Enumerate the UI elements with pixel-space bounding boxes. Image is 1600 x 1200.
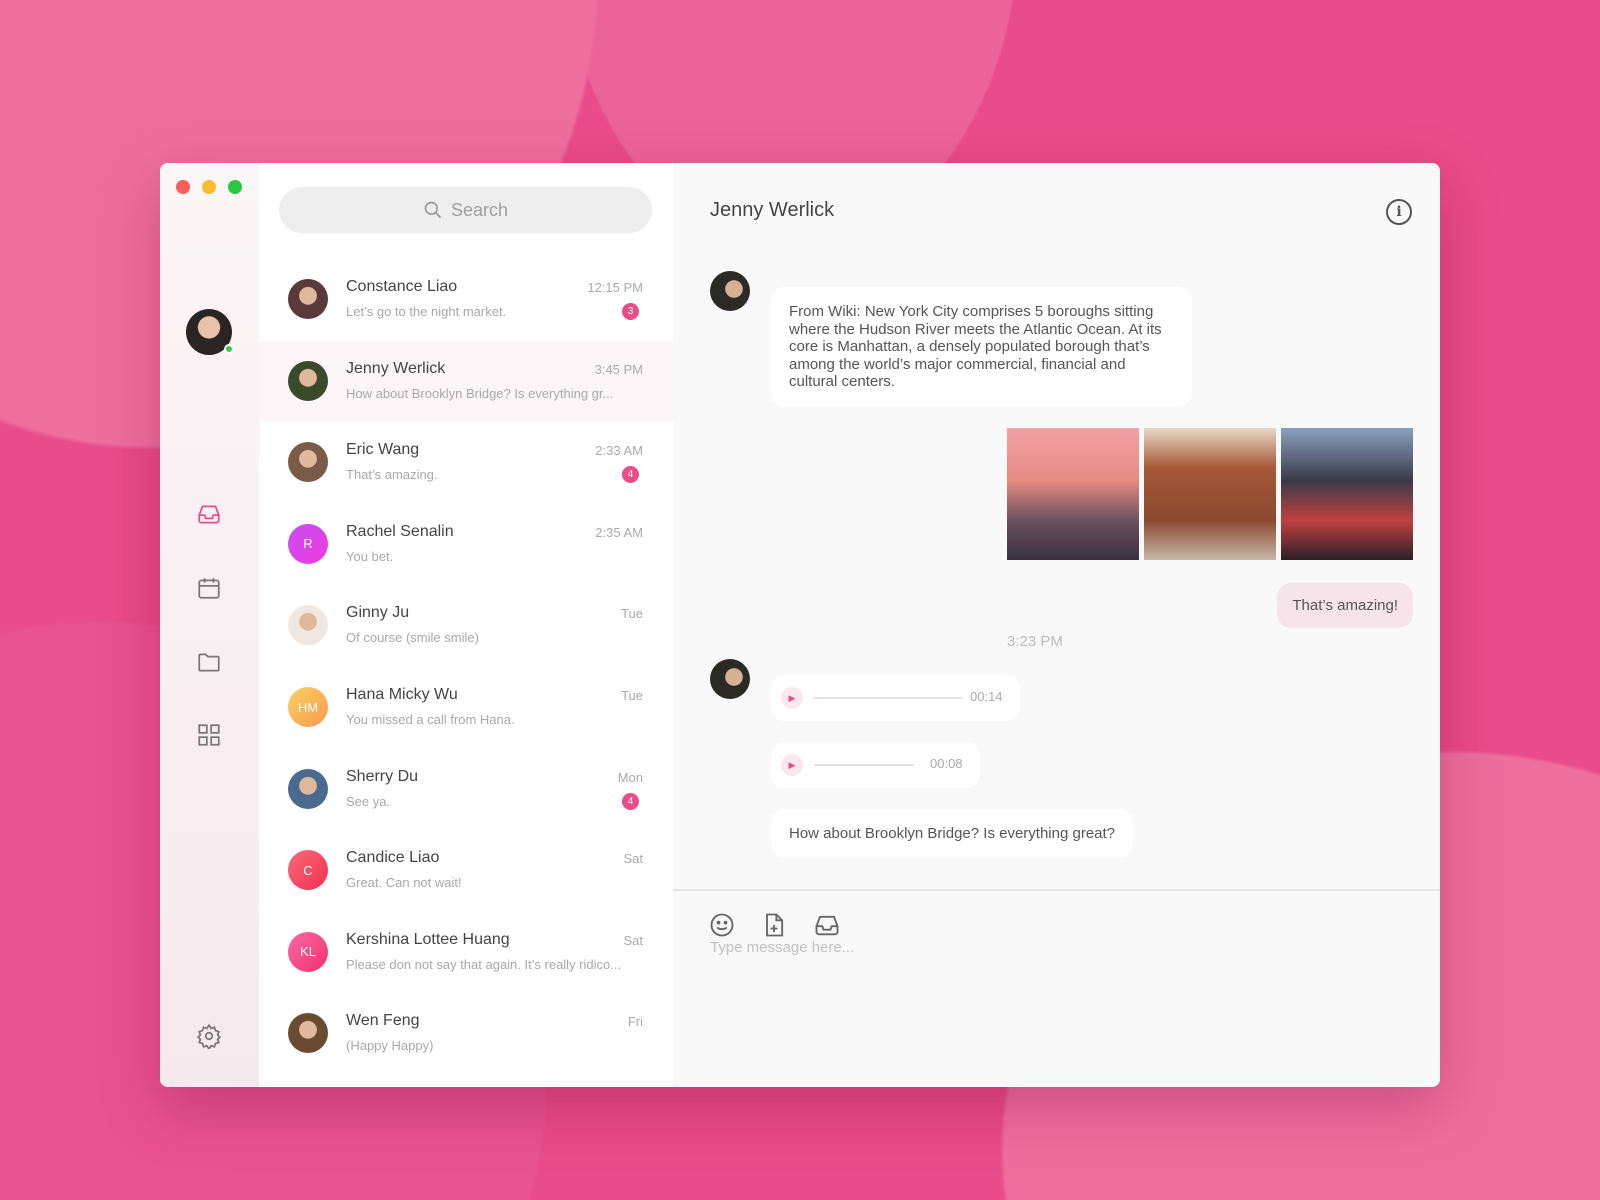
message-wiki: From Wiki: New York City comprises 5 bor… bbox=[771, 287, 1192, 407]
message-last: How about Brooklyn Bridge? Is everything… bbox=[771, 809, 1134, 858]
minimize-button[interactable] bbox=[202, 180, 216, 194]
conversation-item[interactable]: Jenny Werlick How about Brooklyn Bridge?… bbox=[259, 340, 673, 421]
avatar bbox=[288, 279, 328, 319]
inbox-icon[interactable] bbox=[813, 911, 841, 939]
message-time: 3:45 PM bbox=[594, 361, 643, 377]
message-reply: That’s amazing! bbox=[1277, 583, 1413, 628]
chat-title: Jenny Werlick bbox=[710, 199, 835, 221]
unread-badge: 4 bbox=[622, 792, 639, 810]
avatar bbox=[288, 360, 328, 401]
audio-track[interactable] bbox=[814, 697, 962, 699]
divider bbox=[673, 889, 1440, 891]
contact-name: Hana Micky Wu bbox=[346, 686, 458, 703]
message-preview: That’s amazing. bbox=[346, 467, 438, 483]
conversation-item[interactable]: C Candice Liao Great. Can not wait! Sat bbox=[259, 830, 673, 910]
message-input[interactable]: Type message here... bbox=[710, 939, 1310, 956]
message-preview: Let’s go to the night market. bbox=[346, 304, 507, 319]
conversation-item[interactable]: Ginny Ju Of course (smile smile) Tue bbox=[259, 585, 673, 665]
contact-name: Wen Feng bbox=[346, 1012, 420, 1030]
photo-times-square[interactable] bbox=[1281, 428, 1413, 560]
avatar: C bbox=[288, 850, 328, 891]
search-placeholder: Search bbox=[450, 199, 509, 220]
message-time: Tue bbox=[621, 606, 643, 622]
message-time: Sat bbox=[623, 851, 643, 867]
avatar: KL bbox=[288, 931, 328, 972]
play-icon[interactable]: ▶ bbox=[781, 687, 803, 709]
attach-file-icon[interactable] bbox=[760, 911, 788, 939]
contact-name: Rachel Senalin bbox=[346, 522, 454, 540]
conversation-item[interactable]: KL Kershina Lottee Huang Please don not … bbox=[259, 912, 673, 992]
message-time: 12:15 PM bbox=[587, 280, 643, 295]
contact-name: Jenny Werlick bbox=[346, 359, 446, 377]
audio-message: ▶ 00:08 bbox=[771, 742, 980, 788]
unread-badge: 3 bbox=[622, 303, 639, 320]
message-time: 2:33 AM bbox=[595, 443, 643, 459]
contact-name: Eric Wang bbox=[346, 441, 420, 459]
message-time: Mon bbox=[617, 769, 643, 785]
contact-name: Ginny Ju bbox=[346, 604, 410, 622]
emoji-icon[interactable] bbox=[708, 911, 736, 939]
sidebar bbox=[160, 163, 259, 1087]
photo-brownstone[interactable] bbox=[1144, 428, 1276, 560]
close-button[interactable] bbox=[176, 180, 190, 194]
avatar bbox=[288, 768, 328, 809]
photo-skyline[interactable] bbox=[1007, 428, 1139, 560]
audio-message: ▶ 00:14 bbox=[771, 675, 1020, 721]
contact-name: Sherry Du bbox=[346, 767, 419, 785]
online-indicator bbox=[224, 344, 234, 354]
search-icon bbox=[424, 201, 442, 219]
avatar bbox=[288, 605, 328, 646]
audio-track[interactable] bbox=[814, 764, 914, 766]
gear-icon[interactable] bbox=[196, 1023, 222, 1049]
app-window: Search Constance Liao Let’s go to the ni… bbox=[160, 163, 1440, 1087]
folder-icon[interactable] bbox=[196, 649, 222, 675]
message-time: Fri bbox=[627, 1014, 643, 1030]
message-time: Sat bbox=[623, 932, 643, 948]
search-input[interactable]: Search bbox=[279, 187, 652, 233]
contact-name: Candice Liao bbox=[346, 849, 440, 867]
avatar bbox=[288, 1013, 328, 1054]
conversation-list: Search Constance Liao Let’s go to the ni… bbox=[259, 163, 673, 1087]
calendar-icon[interactable] bbox=[196, 575, 222, 601]
conversation-item[interactable]: Wen Feng (Happy Happy) Fri bbox=[259, 993, 673, 1073]
grid-icon[interactable] bbox=[196, 722, 222, 748]
conversation-item[interactable]: Eric Wang That’s amazing. 2:33 AM 4 bbox=[259, 422, 673, 502]
message-preview: You missed a call from Hana. bbox=[346, 712, 515, 727]
avatar: HM bbox=[288, 687, 328, 727]
inbox-icon[interactable] bbox=[196, 501, 222, 527]
message-preview: You bet. bbox=[346, 548, 394, 564]
message-preview: (Happy Happy) bbox=[346, 1038, 434, 1054]
conversation-item[interactable]: Constance Liao Let’s go to the night mar… bbox=[259, 259, 673, 339]
play-icon[interactable]: ▶ bbox=[781, 754, 803, 776]
message-preview: How about Brooklyn Bridge? Is everything… bbox=[346, 385, 614, 401]
conversation-item[interactable]: HM Hana Micky Wu You missed a call from … bbox=[259, 667, 673, 747]
maximize-button[interactable] bbox=[228, 180, 242, 194]
contact-avatar bbox=[710, 659, 750, 699]
contact-name: Constance Liao bbox=[346, 278, 458, 295]
conversation-item[interactable]: Sherry Du See ya. Mon 4 bbox=[259, 749, 673, 829]
conversation-item[interactable]: R Rachel Senalin You bet. 2:35 AM bbox=[259, 504, 673, 584]
audio-duration: 00:14 bbox=[970, 689, 1003, 704]
chat-pane: Jenny Werlick i From Wiki: New York City… bbox=[673, 163, 1440, 1087]
message-preview: Please don not say that again. It’s real… bbox=[346, 956, 622, 972]
avatar: R bbox=[288, 523, 328, 564]
info-icon[interactable]: i bbox=[1386, 199, 1412, 225]
audio-duration: 00:08 bbox=[930, 756, 963, 771]
message-preview: See ya. bbox=[346, 793, 391, 809]
message-time: 2:35 AM bbox=[595, 524, 643, 540]
message-preview: Great. Can not wait! bbox=[346, 875, 462, 891]
contact-name: Kershina Lottee Huang bbox=[346, 930, 510, 948]
message-time: Tue bbox=[621, 688, 643, 703]
timestamp: 3:23 PM bbox=[1007, 633, 1063, 650]
contact-avatar bbox=[710, 271, 750, 311]
message-preview: Of course (smile smile) bbox=[346, 630, 479, 646]
avatar bbox=[288, 442, 328, 483]
